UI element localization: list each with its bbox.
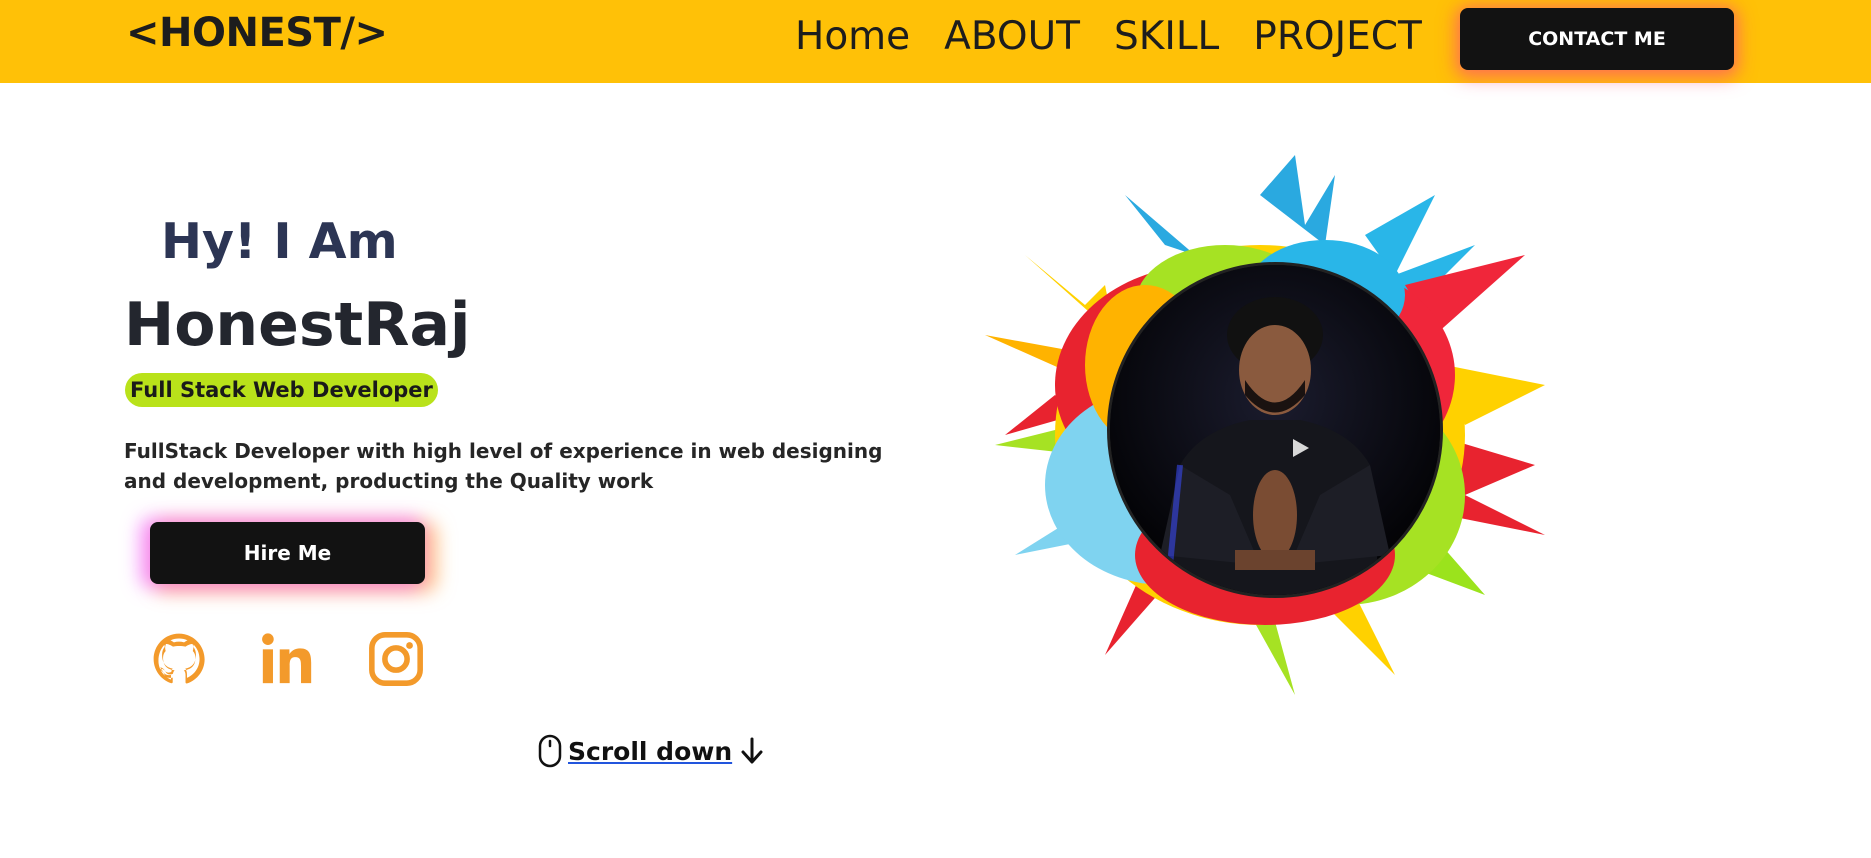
- arrow-down-icon: [741, 737, 763, 764]
- nav-project[interactable]: PROJECT: [1253, 14, 1422, 59]
- hero-description: FullStack Developer with high level of e…: [124, 439, 883, 493]
- nav-about[interactable]: ABOUT: [944, 14, 1080, 59]
- play-icon[interactable]: [1289, 437, 1311, 459]
- github-link[interactable]: [150, 630, 208, 688]
- greeting-text: Hy! I Am: [161, 213, 398, 270]
- linkedin-icon: [262, 633, 312, 684]
- role-badge: Full Stack Web Developer: [125, 373, 438, 407]
- role-text: Full Stack Web Developer: [130, 378, 433, 402]
- instagram-link[interactable]: [367, 630, 425, 688]
- nav-links: Home ABOUT SKILL PROJECT: [795, 14, 1422, 59]
- person-silhouette: [1110, 265, 1440, 595]
- hero-name: HonestRaj: [124, 290, 471, 360]
- navbar: <HONEST/> Home ABOUT SKILL PROJECT CONTA…: [0, 0, 1871, 83]
- linkedin-link[interactable]: [258, 630, 316, 688]
- nav-home[interactable]: Home: [795, 14, 910, 59]
- site-logo[interactable]: <HONEST/>: [126, 10, 388, 56]
- github-icon: [153, 633, 205, 684]
- profile-photo: [1107, 262, 1443, 598]
- nav-skill[interactable]: SKILL: [1114, 14, 1219, 59]
- hire-me-button[interactable]: Hire Me: [150, 522, 425, 584]
- scroll-down-label[interactable]: Scroll down: [568, 737, 732, 766]
- scroll-down[interactable]: Scroll down: [538, 734, 766, 768]
- mouse-icon: [538, 734, 562, 768]
- instagram-icon: [369, 632, 423, 686]
- contact-me-button[interactable]: CONTACT ME: [1460, 8, 1734, 70]
